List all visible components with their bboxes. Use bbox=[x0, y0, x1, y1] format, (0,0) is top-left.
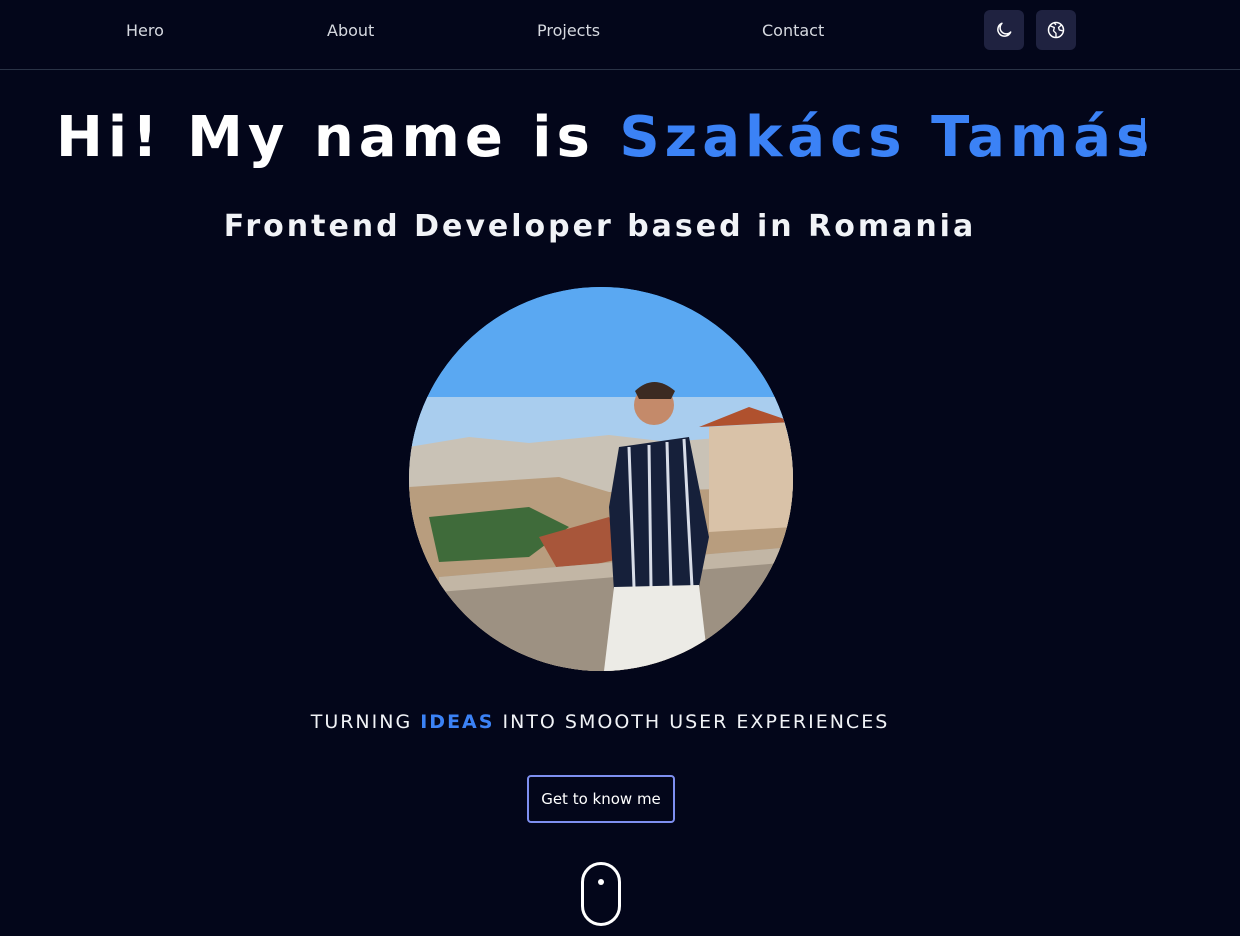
mouse-scroll-icon[interactable] bbox=[581, 862, 621, 926]
nav-link-contact[interactable]: Contact bbox=[762, 20, 824, 42]
get-to-know-me-button[interactable]: Get to know me bbox=[527, 775, 675, 823]
tagline-end: INTO SMOOTH USER EXPERIENCES bbox=[494, 711, 890, 733]
typing-cursor bbox=[1141, 118, 1145, 156]
tagline-start: TURNING bbox=[310, 711, 421, 733]
moon-icon bbox=[997, 22, 1012, 37]
language-button[interactable] bbox=[1036, 10, 1076, 50]
tagline-highlight: IDEAS bbox=[420, 711, 495, 733]
greeting-text: Hi! My name is bbox=[56, 105, 620, 170]
hero-name: Szakács Tamás bbox=[619, 105, 1155, 170]
nav-link-hero[interactable]: Hero bbox=[126, 20, 164, 42]
profile-photo bbox=[409, 287, 793, 671]
hero-headline: Hi! My name is Szakács Tamás bbox=[56, 98, 1156, 178]
nav-link-about[interactable]: About bbox=[327, 20, 374, 42]
profile-photo-illustration bbox=[409, 287, 793, 671]
mouse-wheel-dot bbox=[598, 879, 604, 885]
globe-icon bbox=[1047, 21, 1065, 39]
hero-subtitle: Frontend Developer based in Romania bbox=[223, 209, 977, 244]
nav-link-projects[interactable]: Projects bbox=[537, 20, 600, 42]
top-navigation: Hero About Projects Contact bbox=[0, 0, 1240, 70]
theme-toggle-button[interactable] bbox=[984, 10, 1024, 50]
hero-tagline: TURNING IDEAS INTO SMOOTH USER EXPERIENC… bbox=[0, 708, 1200, 736]
